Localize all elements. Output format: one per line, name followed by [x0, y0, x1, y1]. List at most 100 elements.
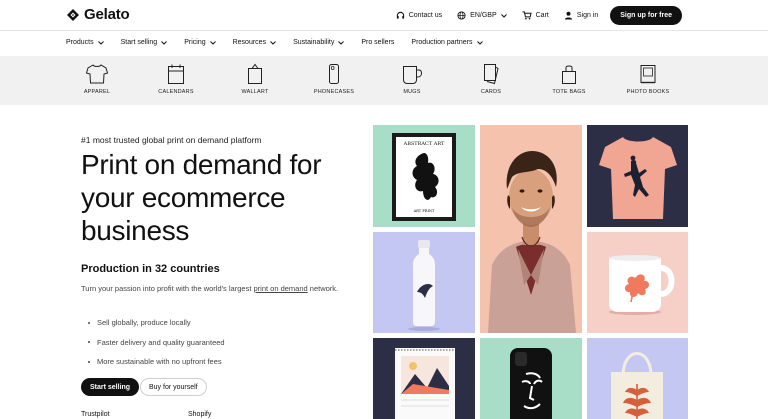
bullet-text: More sustainable with no upfront fees [97, 357, 222, 367]
locale-label: EN/GBP [470, 12, 497, 19]
brand-name: Gelato [84, 6, 130, 23]
cart-label: Cart [535, 12, 549, 19]
nav-item-label: Production partners [411, 39, 473, 46]
top-actions: Contact us EN/GBP Cart Sign in Sign up f… [381, 6, 682, 25]
wallart-icon [248, 63, 262, 84]
chevron-down-icon [161, 40, 168, 45]
category-label: WALLART [241, 89, 269, 95]
bullet-dot-icon [88, 321, 90, 324]
smiling-man-photo [488, 151, 576, 333]
print-on-demand-link[interactable]: print on demand [253, 284, 307, 293]
tote-bag-image [611, 352, 663, 419]
signin-link[interactable]: Sign in [564, 11, 598, 20]
signup-button[interactable]: Sign up for free [610, 6, 682, 25]
user-icon [564, 11, 572, 20]
pink-tshirt-image [599, 137, 677, 219]
nav-item-label: Resources [232, 39, 267, 46]
category-apparel[interactable]: APPAREL [62, 63, 132, 95]
bullet-item: Faster delivery and quality guaranteed [88, 333, 225, 353]
gallery-tile-phonecase [480, 338, 582, 419]
category-phonecases[interactable]: PHONECASES [299, 63, 369, 95]
category-label: MUGS [403, 89, 421, 95]
bullet-item: Sell globally, produce locally [88, 313, 225, 333]
category-calendars[interactable]: CALENDARS [141, 63, 211, 95]
start-selling-button[interactable]: Start selling [81, 378, 140, 396]
category-label: APPAREL [83, 89, 111, 95]
top-bar: Gelato Contact us EN/GBP Cart Sign in Si… [0, 0, 768, 31]
cards-icon [484, 64, 499, 85]
gelato-logo[interactable]: Gelato [66, 6, 130, 23]
bullet-dot-icon [88, 360, 90, 363]
nav-item-sustainability[interactable]: Sustainability [293, 39, 345, 46]
gallery-tile-tshirt [587, 125, 688, 227]
hero-subhead: Production in 32 countries [81, 263, 220, 275]
category-cards[interactable]: CARDS [456, 63, 526, 95]
globe-icon [457, 11, 466, 20]
nav-item-label: Products [66, 39, 94, 46]
gallery-tile-bottle [373, 232, 475, 333]
totebag-icon [562, 65, 576, 84]
contact-link[interactable]: Contact us [396, 11, 442, 20]
nav-item-label: Start selling [120, 39, 158, 46]
main-nav: Products Start selling Pricing Resources… [0, 31, 768, 56]
gallery-tile-mug [587, 232, 688, 333]
mug-image [609, 255, 675, 315]
locale-selector[interactable]: EN/GBP [457, 11, 507, 20]
gallery-tile-calendar [373, 338, 475, 419]
nav-item-resources[interactable]: Resources [233, 39, 276, 46]
photobook-icon [640, 65, 656, 84]
nav-item-label: Pricing [184, 39, 206, 46]
water-bottle-image [408, 240, 440, 331]
phone-case-image [510, 348, 552, 419]
category-photo-books[interactable]: PHOTO BOOKS [613, 63, 683, 95]
hero-eyebrow: #1 most trusted global print on demand p… [81, 135, 262, 145]
headset-icon [396, 11, 404, 19]
chevron-down-icon [209, 40, 216, 45]
bullet-text: Sell globally, produce locally [97, 318, 191, 328]
nav-item-products[interactable]: Products [66, 39, 104, 46]
phonecase-icon [329, 64, 339, 84]
tshirt-icon [85, 64, 109, 84]
category-label: TOTE BAGS [552, 89, 586, 95]
bullet-dot-icon [88, 341, 90, 344]
buy-for-yourself-button[interactable]: Buy for yourself [140, 378, 207, 396]
category-label: CARDS [480, 89, 502, 95]
trustpilot-label[interactable]: Trustpilot [81, 411, 110, 418]
chevron-down-icon [338, 40, 345, 45]
nav-item-pro-sellers[interactable]: Pro sellers [361, 39, 394, 46]
category-mugs[interactable]: MUGS [377, 63, 447, 95]
signin-label: Sign in [576, 12, 599, 19]
cart-icon [522, 11, 532, 20]
hero-description: Turn your passion into profit with the w… [81, 283, 341, 294]
wall-calendar-image [395, 348, 455, 419]
nav-item-start-selling[interactable]: Start selling [121, 39, 168, 46]
bullet-item: More sustainable with no upfront fees [88, 352, 225, 372]
description-suffix: network. [307, 284, 339, 293]
gelato-logo-icon [67, 8, 79, 21]
gallery-tile-totebag [587, 338, 688, 419]
abstract-art-poster-image: ABSTRACT ART ART PRINT [392, 133, 456, 221]
bullet-text: Faster delivery and quality guaranteed [97, 337, 225, 347]
shopify-label[interactable]: Shopify [188, 411, 211, 418]
nav-item-label: Pro sellers [361, 39, 395, 46]
hero-bullets: Sell globally, produce locally Faster de… [88, 313, 225, 372]
hero-headline: Print on demand for your ecommerce busin… [81, 149, 322, 246]
nav-item-production-partners[interactable]: Production partners [411, 39, 483, 46]
chevron-down-icon [97, 40, 104, 45]
description-prefix: Turn your passion into profit with the w… [81, 284, 254, 293]
category-wallart[interactable]: WALLART [220, 63, 290, 95]
mug-icon [403, 66, 423, 84]
category-tote-bags[interactable]: TOTE BAGS [534, 63, 604, 95]
nav-item-pricing[interactable]: Pricing [184, 39, 216, 46]
contact-label: Contact us [408, 12, 443, 19]
chevron-down-icon [500, 13, 507, 18]
calendar-icon [168, 64, 184, 84]
cart-link[interactable]: Cart [522, 11, 549, 20]
gallery-tile-portrait [480, 125, 582, 333]
category-label: CALENDARS [158, 89, 194, 95]
nav-item-label: Sustainability [293, 39, 335, 46]
gallery-tile-poster: ABSTRACT ART ART PRINT [373, 125, 475, 227]
category-strip: APPAREL CALENDARS WALLART PHONECASES MUG… [0, 56, 768, 105]
poster-caption: ART PRINT [413, 209, 435, 213]
poster-title: ABSTRACT ART [403, 141, 445, 147]
